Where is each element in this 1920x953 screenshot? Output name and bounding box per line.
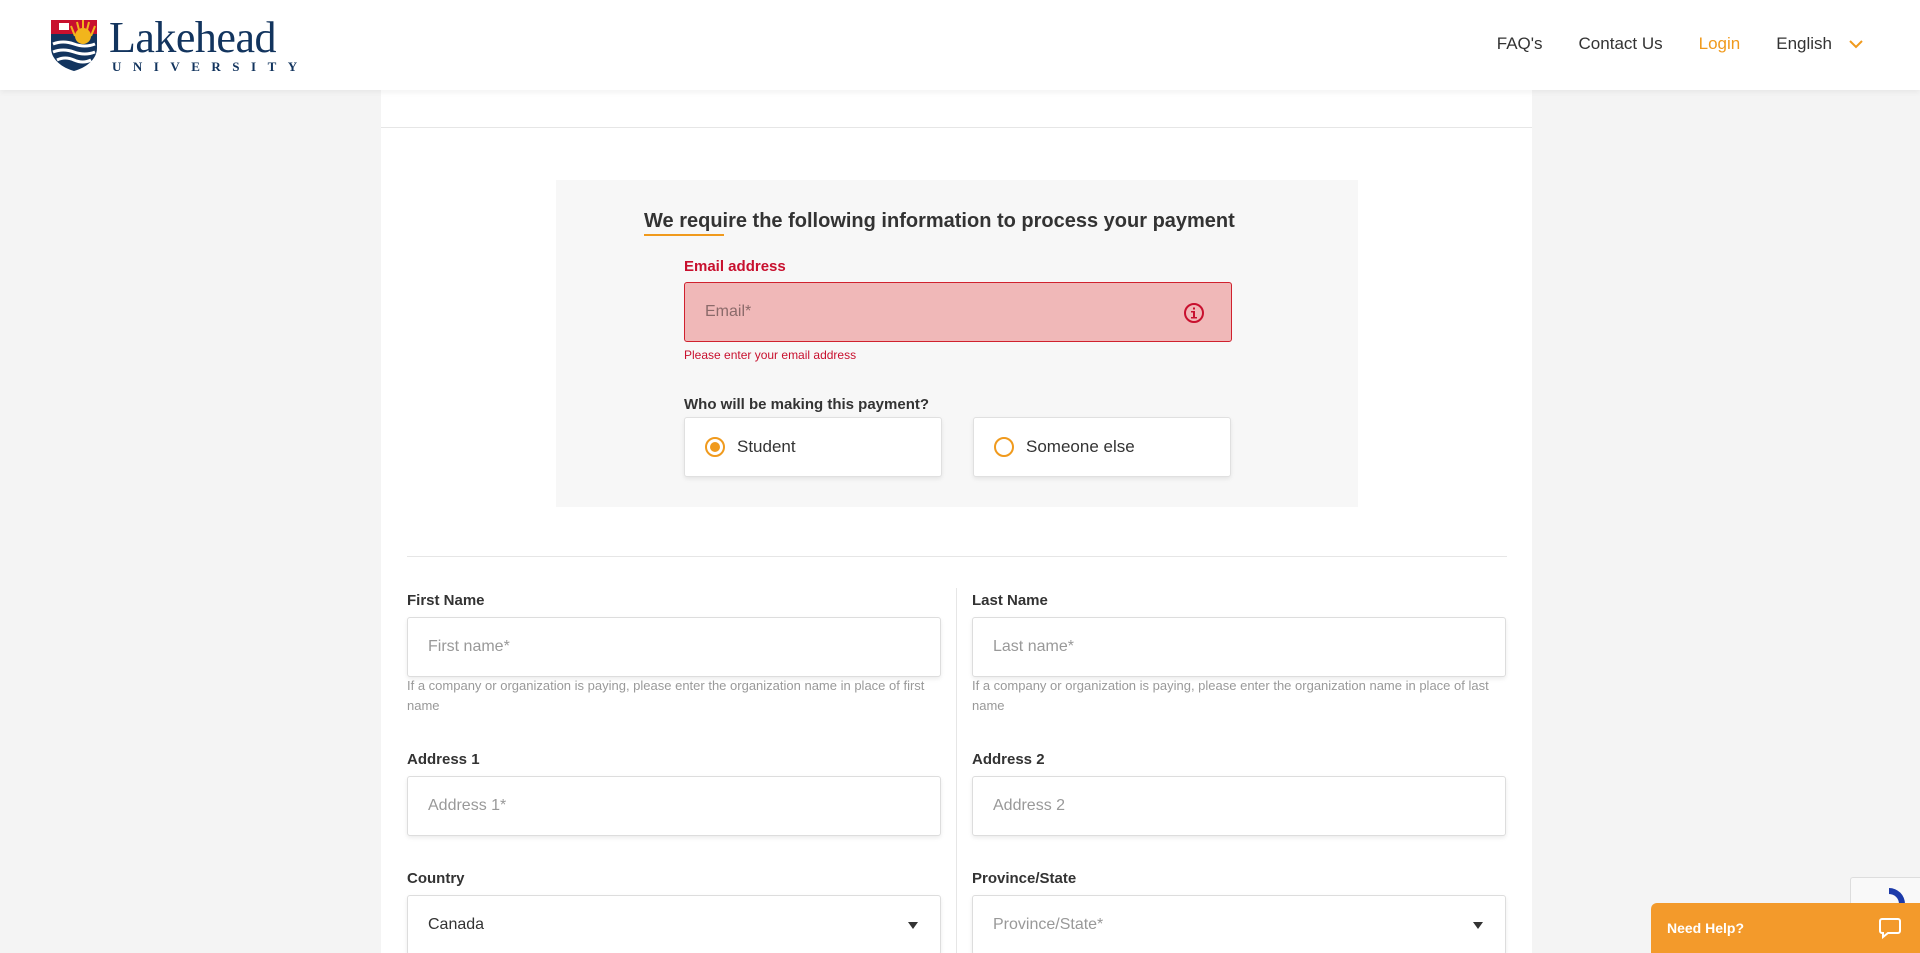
- email-error-message: Please enter your email address: [684, 348, 857, 362]
- title-underline: [644, 234, 724, 236]
- payment-form-card: We require the following information to …: [381, 90, 1532, 953]
- first-name-placeholder: First name*: [428, 638, 510, 655]
- email-input[interactable]: Email*: [684, 282, 1232, 342]
- payer-option-student[interactable]: Student: [684, 417, 942, 477]
- payer-option-someone-else[interactable]: Someone else: [973, 417, 1231, 477]
- last-name-placeholder: Last name*: [993, 638, 1074, 655]
- last-name-input[interactable]: Last name*: [972, 617, 1506, 677]
- payer-question-label: Who will be making this payment?: [684, 396, 930, 413]
- chevron-down-icon: [1849, 40, 1863, 49]
- address2-label: Address 2: [972, 751, 1045, 768]
- column-divider: [956, 588, 957, 953]
- language-selector[interactable]: English: [1776, 34, 1864, 54]
- top-nav: FAQ's Contact Us Login English: [1461, 34, 1864, 54]
- first-name-input[interactable]: First name*: [407, 617, 941, 677]
- address1-placeholder: Address 1*: [428, 797, 507, 814]
- email-placeholder: Email*: [705, 303, 752, 320]
- radio-unselected-icon: [994, 437, 1014, 457]
- dropdown-caret-icon: [1473, 922, 1483, 929]
- need-help-label: Need Help?: [1667, 920, 1745, 936]
- address2-placeholder: Address 2: [993, 797, 1066, 814]
- section-divider: [407, 556, 1507, 557]
- payment-info-title: We require the following information to …: [644, 210, 1235, 232]
- country-value: Canada: [428, 916, 485, 933]
- logo-subtitle: UNIVERSITY: [112, 59, 309, 74]
- dropdown-caret-icon: [908, 922, 918, 929]
- need-help-widget[interactable]: Need Help?: [1651, 903, 1920, 953]
- student-option-label: Student: [737, 437, 796, 456]
- error-info-icon: [1184, 303, 1204, 323]
- first-name-hint: If a company or organization is paying, …: [407, 678, 925, 713]
- country-label: Country: [407, 870, 465, 887]
- card-top-divider: [381, 127, 1532, 128]
- province-placeholder: Province/State*: [993, 916, 1104, 933]
- first-name-label: First Name: [407, 592, 485, 609]
- nav-contact-link[interactable]: Contact Us: [1579, 34, 1663, 54]
- radio-selected-icon: [705, 437, 725, 457]
- site-header: Lakehead UNIVERSITY FAQ's Contact Us Log…: [0, 0, 1920, 90]
- chat-bubble-icon: [1879, 918, 1901, 939]
- university-shield-icon: [51, 20, 97, 71]
- province-label: Province/State: [972, 870, 1077, 887]
- lakehead-logo[interactable]: Lakehead UNIVERSITY: [49, 13, 309, 75]
- logo-wordmark: Lakehead: [109, 13, 276, 62]
- payment-info-box: We require the following information to …: [556, 180, 1358, 507]
- last-name-label: Last Name: [972, 592, 1048, 609]
- last-name-hint: If a company or organization is paying, …: [972, 678, 1489, 713]
- someone-else-option-label: Someone else: [1026, 437, 1135, 456]
- email-label: Email address: [684, 258, 786, 275]
- nav-login-link[interactable]: Login: [1699, 34, 1741, 54]
- country-select[interactable]: Canada: [407, 895, 941, 953]
- province-select[interactable]: Province/State*: [972, 895, 1506, 953]
- language-label: English: [1776, 34, 1832, 53]
- nav-faq-link[interactable]: FAQ's: [1497, 34, 1543, 54]
- address1-label: Address 1: [407, 751, 480, 768]
- address2-input[interactable]: Address 2: [972, 776, 1506, 836]
- address1-input[interactable]: Address 1*: [407, 776, 941, 836]
